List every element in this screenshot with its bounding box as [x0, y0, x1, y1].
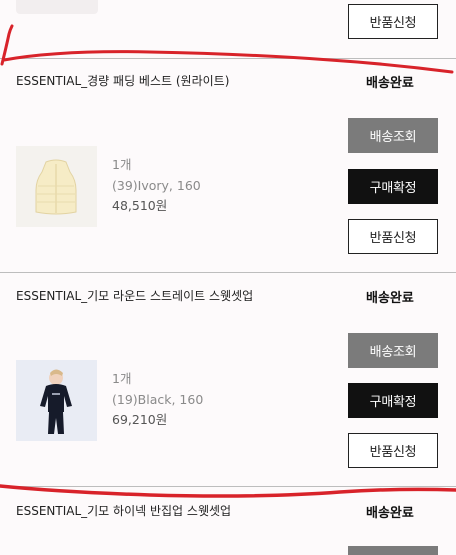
return-request-button[interactable]: 반품신청: [348, 4, 438, 39]
return-request-button[interactable]: 반품신청: [348, 219, 438, 254]
sweat-setup-image: [16, 360, 97, 441]
delivery-status: 배송완료: [366, 291, 414, 306]
product-thumbnail[interactable]: [16, 146, 97, 227]
order-title[interactable]: ESSENTIAL_기모 하이넥 반집업 스웻셋업: [16, 502, 231, 519]
track-delivery-button-partial[interactable]: [348, 546, 438, 555]
padded-vest-image: [16, 146, 97, 227]
confirm-purchase-button[interactable]: 구매확정: [348, 169, 438, 204]
order-price: 48,510원: [112, 198, 168, 213]
order-quantity: 1개: [112, 371, 132, 386]
divider: [0, 58, 456, 59]
delivery-status: 배송완료: [366, 76, 414, 91]
product-thumbnail[interactable]: [16, 360, 97, 441]
divider: [0, 272, 456, 273]
order-title[interactable]: ESSENTIAL_기모 라운드 스트레이트 스웻셋업: [16, 287, 253, 304]
return-request-button[interactable]: 반품신청: [348, 433, 438, 468]
order-option: (39)Ivory, 160: [112, 178, 201, 193]
divider: [0, 486, 456, 487]
track-delivery-button[interactable]: 배송조회: [348, 118, 438, 153]
track-delivery-button[interactable]: 배송조회: [348, 333, 438, 368]
order-quantity: 1개: [112, 157, 132, 172]
delivery-status: 배송완료: [366, 506, 414, 521]
order-option: (19)Black, 160: [112, 392, 204, 407]
order-price: 69,210원: [112, 412, 168, 427]
order-title[interactable]: ESSENTIAL_경량 패딩 베스트 (원라이트): [16, 72, 229, 89]
confirm-purchase-button[interactable]: 구매확정: [348, 383, 438, 418]
product-thumbnail-partial: [16, 0, 98, 14]
